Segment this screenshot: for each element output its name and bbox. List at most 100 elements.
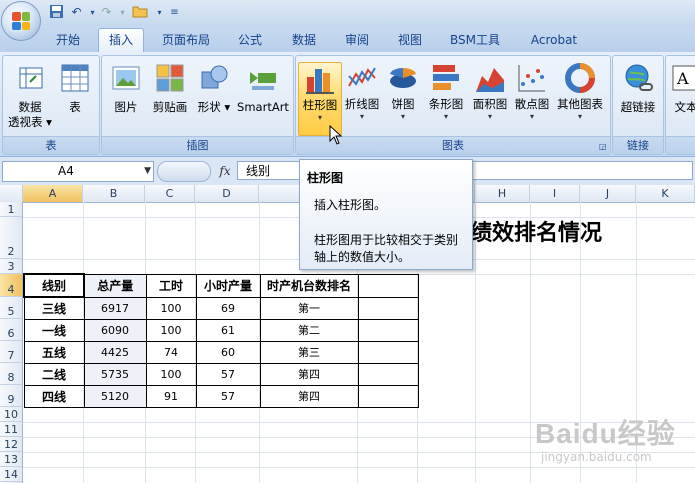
table-cell[interactable]: 四线 bbox=[23, 384, 85, 408]
name-box[interactable]: A4 ▼ bbox=[2, 161, 154, 182]
table-cell[interactable]: 60 bbox=[195, 340, 261, 364]
row-header[interactable]: 10 bbox=[0, 407, 22, 422]
table-header-cell[interactable]: 线别 bbox=[23, 273, 85, 298]
picture-button[interactable]: 图片 bbox=[106, 62, 146, 134]
table-cell[interactable]: 57 bbox=[195, 362, 261, 386]
row-header[interactable]: 9 bbox=[0, 385, 22, 407]
table-cell[interactable] bbox=[357, 296, 419, 320]
insert-function-icon[interactable]: fx bbox=[215, 162, 235, 180]
column-header[interactable]: C bbox=[145, 185, 195, 202]
row-header[interactable]: 11 bbox=[0, 422, 22, 437]
row-header[interactable]: 6 bbox=[0, 319, 22, 341]
row-header[interactable]: 4 bbox=[0, 274, 22, 297]
table-cell[interactable] bbox=[357, 384, 419, 408]
table-cell[interactable]: 5120 bbox=[83, 384, 147, 408]
row-header[interactable]: 5 bbox=[0, 297, 22, 319]
table-cell[interactable]: 100 bbox=[145, 318, 197, 342]
name-box-dropdown-icon[interactable]: ▼ bbox=[144, 162, 151, 181]
smartart-button[interactable]: SmartArt bbox=[236, 62, 290, 134]
table-header-cell[interactable]: 时产机台数排名 bbox=[259, 273, 359, 298]
column-header[interactable]: K bbox=[636, 185, 695, 202]
pivot-table-button[interactable]: 数据 透视表 ▾ bbox=[5, 62, 55, 134]
hyperlink-button[interactable]: 超链接 bbox=[615, 62, 661, 134]
column-header[interactable]: B bbox=[83, 185, 145, 202]
table-cell[interactable]: 57 bbox=[195, 384, 261, 408]
table-cell[interactable]: 5735 bbox=[83, 362, 147, 386]
open-folder-icon[interactable] bbox=[131, 4, 148, 21]
data-table: 线别 总产量 工时 小时产量 时产机台数排名 三线 6917 100 69 第一… bbox=[23, 273, 419, 408]
table-cell[interactable]: 二线 bbox=[23, 362, 85, 386]
tooltip-title: 柱形图 bbox=[307, 171, 344, 185]
customize-qat-icon[interactable]: ≡ bbox=[166, 4, 183, 21]
column-header[interactable]: H bbox=[475, 185, 530, 202]
row-header[interactable]: 1 bbox=[0, 202, 22, 217]
redo-dropdown-icon[interactable]: ▾ bbox=[114, 4, 131, 21]
row-header[interactable]: 3 bbox=[0, 259, 22, 274]
shapes-button[interactable]: 形状 ▾ bbox=[194, 62, 234, 134]
table-cell[interactable]: 100 bbox=[145, 296, 197, 320]
table-cell[interactable] bbox=[357, 318, 419, 342]
row-header[interactable]: 12 bbox=[0, 437, 22, 452]
table-cell[interactable]: 三线 bbox=[23, 296, 85, 320]
row-header[interactable]: 8 bbox=[0, 363, 22, 385]
redo-icon[interactable]: ↷ bbox=[98, 4, 115, 21]
table-cell[interactable]: 61 bbox=[195, 318, 261, 342]
clipart-button[interactable]: 剪贴画 bbox=[148, 62, 192, 134]
table-cell[interactable]: 6917 bbox=[83, 296, 147, 320]
picture-icon bbox=[112, 66, 140, 90]
textbox-icon: A bbox=[672, 65, 695, 91]
textbox-button[interactable]: A 文本 bbox=[668, 62, 695, 134]
line-chart-button[interactable]: 折线图 ▾ bbox=[342, 62, 382, 134]
table-cell[interactable]: 第二 bbox=[259, 318, 359, 342]
row-header[interactable]: 13 bbox=[0, 452, 22, 467]
area-chart-button[interactable]: 面积图 ▾ bbox=[470, 62, 510, 134]
formula-bar-controls[interactable] bbox=[157, 161, 211, 182]
tab-page-layout[interactable]: 页面布局 bbox=[156, 29, 216, 51]
table-cell[interactable]: 五线 bbox=[23, 340, 85, 364]
tab-home[interactable]: 开始 bbox=[50, 29, 86, 51]
undo-icon[interactable]: ↶ bbox=[68, 4, 85, 21]
other-charts-button[interactable]: 其他图表 ▾ bbox=[554, 62, 606, 134]
table-cell[interactable]: 91 bbox=[145, 384, 197, 408]
table-cell[interactable] bbox=[357, 362, 419, 386]
table-cell[interactable]: 69 bbox=[195, 296, 261, 320]
save-icon[interactable] bbox=[48, 4, 65, 21]
table-header-cell[interactable]: 小时产量 bbox=[195, 273, 261, 298]
column-header[interactable]: D bbox=[195, 185, 259, 202]
tab-acrobat[interactable]: Acrobat bbox=[524, 29, 584, 51]
table-header-cell[interactable]: 工时 bbox=[145, 273, 197, 298]
table-button[interactable]: 表 bbox=[55, 62, 95, 134]
tab-insert[interactable]: 插入 bbox=[98, 28, 144, 53]
table-cell[interactable]: 6090 bbox=[83, 318, 147, 342]
column-header[interactable]: I bbox=[530, 185, 580, 202]
table-cell[interactable]: 74 bbox=[145, 340, 197, 364]
column-header[interactable]: J bbox=[580, 185, 636, 202]
smartart-icon bbox=[250, 72, 276, 90]
tab-formulas[interactable]: 公式 bbox=[232, 29, 268, 51]
select-all-corner[interactable] bbox=[0, 185, 23, 202]
scatter-chart-button[interactable]: 散点图 ▾ bbox=[512, 62, 552, 134]
tab-data[interactable]: 数据 bbox=[286, 29, 322, 51]
pie-chart-button[interactable]: 饼图 ▾ bbox=[384, 62, 422, 134]
tab-view[interactable]: 视图 bbox=[392, 29, 428, 51]
table-cell[interactable] bbox=[357, 273, 419, 298]
table-cell[interactable]: 第四 bbox=[259, 384, 359, 408]
table-cell[interactable] bbox=[357, 340, 419, 364]
row-header[interactable]: 2 bbox=[0, 217, 22, 259]
table-cell[interactable]: 一线 bbox=[23, 318, 85, 342]
row-header[interactable]: 14 bbox=[0, 467, 22, 482]
bar-chart-button[interactable]: 条形图 ▾ bbox=[424, 62, 468, 134]
column-header[interactable]: A bbox=[23, 185, 83, 202]
table-cell[interactable]: 4425 bbox=[83, 340, 147, 364]
table-cell[interactable]: 第三 bbox=[259, 340, 359, 364]
row-header[interactable]: 7 bbox=[0, 341, 22, 363]
tab-review[interactable]: 审阅 bbox=[339, 29, 375, 51]
table-cell[interactable]: 第一 bbox=[259, 296, 359, 320]
table-cell[interactable]: 第四 bbox=[259, 362, 359, 386]
dialog-launcher-icon[interactable]: ◲ bbox=[599, 143, 607, 151]
table-cell[interactable]: 100 bbox=[145, 362, 197, 386]
sheet-title[interactable]: 绩效排名情况 bbox=[470, 215, 602, 247]
table-header-cell[interactable]: 总产量 bbox=[83, 273, 147, 298]
tab-bsm-tools[interactable]: BSM工具 bbox=[443, 29, 507, 51]
office-button[interactable] bbox=[1, 1, 41, 41]
